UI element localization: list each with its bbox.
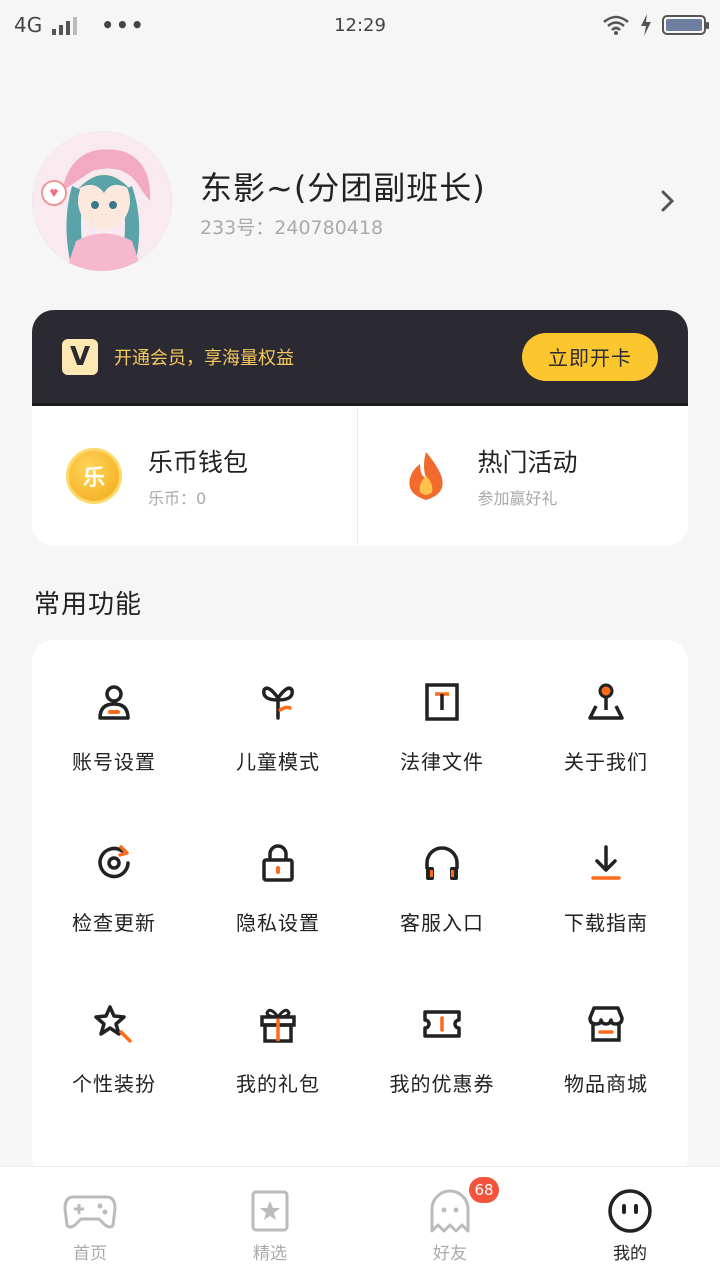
- function-panel: 账号设置 儿童模式 法律文件 关于我们 检查更新 隐私设置 客服入口 下载指南 …: [32, 640, 688, 1180]
- function-my-coupons[interactable]: 我的优惠券: [360, 1002, 524, 1163]
- vip-banner[interactable]: V 开通会员，享海量权益 立即开卡: [32, 310, 688, 406]
- function-personalize[interactable]: 个性装扮: [32, 1002, 196, 1163]
- function-label: 我的礼包: [236, 1072, 320, 1096]
- star-wand-icon: [92, 1002, 136, 1046]
- function-label: 隐私设置: [236, 911, 320, 935]
- function-label: 物品商城: [564, 1072, 648, 1096]
- download-icon: [584, 841, 628, 885]
- wallet-balance: 乐币：0: [148, 489, 207, 508]
- account-icon: [92, 680, 136, 724]
- sprout-icon: [256, 680, 300, 724]
- function-label: 检查更新: [72, 911, 156, 935]
- ticket-icon: [420, 1002, 464, 1046]
- status-bar: 4G ••• 12:29: [0, 0, 720, 50]
- gift-icon: [256, 1002, 300, 1046]
- activity-subtitle: 参加赢好礼: [477, 489, 558, 508]
- section-title: 常用功能: [34, 590, 143, 620]
- nav-home[interactable]: 首页: [0, 1167, 180, 1280]
- function-check-update[interactable]: 检查更新: [32, 841, 196, 1002]
- activity-title: 热门活动: [477, 448, 578, 477]
- function-label: 我的优惠券: [389, 1072, 495, 1096]
- charging-icon: [641, 14, 651, 36]
- bottom-nav: 首页 精选 68 好友 我的: [0, 1166, 720, 1280]
- network-label: 4G: [14, 13, 43, 37]
- vip-promo-text: 开通会员，享海量权益: [114, 347, 294, 369]
- function-legal-docs[interactable]: 法律文件: [360, 680, 524, 841]
- hot-activities[interactable]: 热门活动 参加赢好礼: [356, 406, 689, 546]
- headphones-icon: [420, 841, 464, 885]
- profile-header[interactable]: 东影~(分团副班长) 233号：240780418: [32, 130, 688, 272]
- wallet-title: 乐币钱包: [148, 448, 249, 477]
- vip-logo-icon: V: [62, 338, 98, 375]
- shop-icon: [584, 1002, 628, 1046]
- nav-friends[interactable]: 68 好友: [360, 1167, 540, 1280]
- nav-featured[interactable]: 精选: [180, 1167, 360, 1280]
- nav-label: 首页: [73, 1244, 107, 1264]
- coin-wallet[interactable]: 乐 乐币钱包 乐币：0: [32, 406, 357, 546]
- refresh-icon: [92, 841, 136, 885]
- more-dots-icon: •••: [101, 13, 146, 37]
- signal-icon: [52, 15, 78, 35]
- function-item-shop[interactable]: 物品商城: [524, 1002, 688, 1163]
- chevron-right-icon[interactable]: [648, 181, 688, 221]
- friends-badge: 68: [469, 1177, 499, 1203]
- function-label: 法律文件: [400, 750, 484, 774]
- coin-icon: 乐: [66, 448, 122, 504]
- function-label: 关于我们: [564, 750, 648, 774]
- function-about-us[interactable]: 关于我们: [524, 680, 688, 841]
- nav-me[interactable]: 我的: [540, 1167, 720, 1280]
- member-card: V 开通会员，享海量权益 立即开卡 乐 乐币钱包 乐币：0 热门活动 参加赢好礼: [32, 310, 688, 546]
- gamepad-icon: [63, 1187, 117, 1235]
- function-my-gifts[interactable]: 我的礼包: [196, 1002, 360, 1163]
- nav-label: 我的: [607, 1239, 653, 1268]
- function-customer-service[interactable]: 客服入口: [360, 841, 524, 1002]
- nickname: 东影~(分团副班长): [200, 168, 486, 207]
- location-pin-icon: [584, 680, 628, 724]
- avatar[interactable]: [32, 131, 172, 271]
- ghost-icon: 68: [423, 1177, 499, 1235]
- function-label: 账号设置: [72, 750, 156, 774]
- face-icon: [603, 1187, 657, 1235]
- function-kids-mode[interactable]: 儿童模式: [196, 680, 360, 841]
- function-label: 下载指南: [564, 911, 648, 935]
- wifi-icon: [603, 15, 629, 35]
- nav-label: 精选: [253, 1244, 287, 1264]
- lock-icon: [256, 841, 300, 885]
- function-label: 个性装扮: [72, 1072, 156, 1096]
- star-card-icon: [243, 1187, 297, 1235]
- function-account-settings[interactable]: 账号设置: [32, 680, 196, 841]
- nav-label: 好友: [433, 1244, 467, 1264]
- function-label: 客服入口: [400, 911, 484, 935]
- battery-icon: [662, 15, 709, 35]
- function-privacy-settings[interactable]: 隐私设置: [196, 841, 360, 1002]
- function-label: 儿童模式: [236, 750, 320, 774]
- user-id: 233号：240780418: [200, 216, 384, 239]
- fire-icon: [408, 452, 443, 500]
- document-icon: [420, 680, 464, 724]
- open-vip-button[interactable]: 立即开卡: [522, 332, 658, 381]
- function-download-guide[interactable]: 下载指南: [524, 841, 688, 1002]
